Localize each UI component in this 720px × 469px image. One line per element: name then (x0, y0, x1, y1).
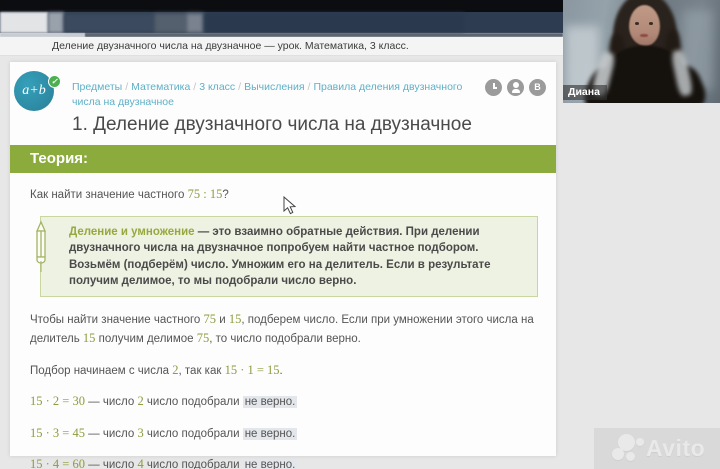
vk-share-icon[interactable]: B (529, 79, 546, 96)
odnoklassniki-share-icon[interactable] (507, 79, 524, 96)
text-segment: число подобрали (143, 427, 243, 440)
text-segment: . (279, 364, 283, 377)
watermark-panel: Avito (594, 428, 720, 469)
avito-brand-text: Avito (646, 434, 706, 461)
participant-face (629, 5, 660, 46)
pencil-icon (35, 220, 47, 272)
participant-eye-right (649, 22, 653, 25)
math-expression: 15 · 3 = 45 (30, 425, 85, 440)
text-segment: получим делимое (95, 332, 197, 345)
avito-watermark: Avito (612, 432, 705, 464)
math-expression: 15 · 4 = 60 (30, 457, 85, 469)
text-segment: , так как (178, 364, 225, 377)
math-expression: 75 (203, 312, 217, 327)
page-title-bar: Деление двузначного числа на двузначное … (0, 37, 563, 56)
step-line-2: 15 · 3 = 45 — число 3 число подобрали не… (30, 425, 538, 443)
text-segment: и (216, 314, 229, 327)
avito-logo-icon (612, 432, 646, 464)
clock-share-icon[interactable] (485, 79, 502, 96)
aplusb-logo[interactable]: a+b ✓ (14, 71, 61, 111)
lesson-card: a+b ✓ Предметы / Математика/3 класс / Вычисл… (10, 62, 556, 469)
logo-text: a+b (22, 83, 46, 98)
breadcrumb-item-grade3[interactable]: 3 класс (199, 81, 235, 93)
blurred-tab-3[interactable] (64, 13, 154, 33)
lesson-header: a+b ✓ Предметы / Математика/3 класс / Вычисл… (10, 62, 556, 145)
checkmark-badge-icon: ✓ (48, 75, 61, 88)
breadcrumb-item-math[interactable]: Математика (131, 81, 190, 93)
theory-content: Как найти значение частного 75 : 15? Дел… (10, 173, 556, 469)
participant-name-tag: Диана (563, 85, 607, 100)
math-expression: 75 (196, 330, 210, 345)
breadcrumb-separator: / (193, 81, 197, 93)
breadcrumb-separator: / (125, 81, 129, 93)
text-segment: — число (84, 396, 138, 409)
browser-tab-bar (0, 12, 563, 33)
paragraph-start-selection: Подбор начинаем с числа 2, так как 15 · … (30, 361, 538, 380)
text-segment: не верно. (242, 459, 298, 469)
step-line-1: 15 · 2 = 30 — число 2 число подобрали не… (30, 393, 538, 411)
active-tab-title: Деление двузначного числа на двузначное … (52, 40, 409, 52)
math-expression: 15 · 2 = 30 (30, 394, 85, 409)
theory-section-header: Теория: (10, 145, 556, 173)
lesson-title: 1. Деление двузначного числа на двузначн… (72, 114, 472, 136)
text-segment: ? (222, 189, 229, 201)
text-segment: Подбор начинаем с числа (30, 364, 173, 377)
math-expression: 15 (82, 330, 96, 345)
step-line-3: 15 · 4 = 60 — число 4 число подобрали не… (30, 456, 538, 469)
browser-chrome: Деление двузначного числа на двузначное … (0, 0, 563, 56)
text-segment: Деление и умножение (69, 226, 195, 238)
text-segment: число подобрали (143, 396, 243, 409)
text-segment: число подобрали (143, 459, 243, 469)
video-call-window[interactable]: Диана (563, 0, 720, 103)
blurred-tab-4[interactable] (154, 13, 186, 33)
rule-info-box: Деление и умножение — это взаимно обратн… (35, 216, 538, 298)
text-segment: — число (84, 427, 138, 440)
text-segment: Чтобы найти значение частного (30, 314, 204, 327)
browser-top-strip (0, 0, 563, 12)
text-segment: не верно. (242, 396, 298, 409)
question-line: Как найти значение частного 75 : 15? (30, 187, 538, 202)
text-segment: не верно. (242, 427, 298, 440)
blurred-tab-1[interactable] (0, 12, 48, 33)
paragraph-find-quotient: Чтобы найти значение частного 75 и 15, п… (30, 310, 538, 347)
breadcrumb-item-subjects[interactable]: Предметы (72, 81, 122, 93)
blurred-tab-6[interactable] (204, 13, 464, 33)
text-segment: , то число подобрали верно. (209, 332, 361, 345)
text-segment: Как найти значение частного (30, 189, 188, 201)
blurred-tab-2[interactable] (48, 12, 64, 33)
math-expression: 75 : 15 (187, 187, 223, 201)
text-segment: — число (84, 459, 138, 469)
share-icons-group: B (485, 79, 546, 96)
blurred-tab-5[interactable] (186, 13, 204, 33)
participant-eye-left (635, 22, 639, 25)
math-expression: 15 (228, 312, 242, 327)
breadcrumb-item-calculations[interactable]: Вычисления (244, 81, 304, 93)
math-expression: 15 · 1 = 15 (224, 362, 280, 377)
breadcrumb: Предметы / Математика/3 класс / Вычисления / П… (72, 74, 477, 110)
participant-mouth (640, 34, 648, 37)
breadcrumb-separator: / (238, 81, 242, 93)
